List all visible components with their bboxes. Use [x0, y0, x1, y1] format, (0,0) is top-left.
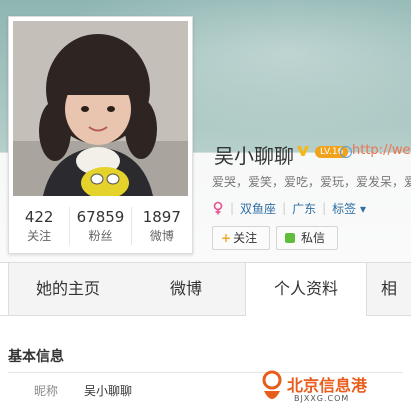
tab-weibo[interactable]: 微博 [127, 263, 246, 315]
tab-profile-info[interactable]: 个人资料 [246, 263, 367, 317]
message-button[interactable]: 私信 [276, 226, 338, 250]
profile-stats: 422 关注 67859 粉丝 1897 微博 [9, 207, 192, 245]
profile-name: 吴小聊聊 [214, 144, 294, 168]
stat-value: 1897 [142, 208, 181, 226]
stat-label: 微博 [149, 229, 174, 243]
meta-divider: | [230, 201, 235, 215]
tab-home[interactable]: 她的主页 [8, 263, 128, 315]
location-link[interactable]: 广东 [292, 200, 316, 217]
message-label: 私信 [301, 231, 326, 245]
chevron-down-icon: ▾ [360, 201, 367, 216]
stat-following[interactable]: 422 关注 [9, 207, 71, 245]
plus-icon: + [221, 231, 232, 245]
zodiac-link[interactable]: 双鱼座 [240, 200, 276, 217]
follow-label: 关注 [233, 231, 258, 245]
stat-value: 422 [24, 208, 54, 226]
stat-posts[interactable]: 1897 微博 [132, 207, 192, 245]
homepage-link[interactable]: http://weibo [352, 143, 411, 158]
watermark-text: 北京信息港 [287, 376, 368, 395]
stat-label: 粉丝 [88, 229, 113, 243]
watermark-sub: BJXXG.COM [294, 394, 350, 403]
follow-button[interactable]: + 关注 [212, 226, 270, 250]
watermark-logo-icon [262, 370, 282, 399]
globe-icon [340, 146, 352, 158]
tab-album[interactable]: 相 [367, 263, 411, 315]
profile-tabs: 她的主页 微博 个人资料 相 [0, 262, 411, 317]
stat-followers[interactable]: 67859 粉丝 [70, 207, 132, 245]
profile-meta: | 双鱼座 | 广东 | 标签 ▾ [212, 200, 366, 216]
site-watermark: 北京信息港 BJXXG.COM [258, 365, 408, 409]
verified-v-icon[interactable] [296, 144, 310, 158]
profile-card: 422 关注 67859 粉丝 1897 微博 [8, 16, 193, 254]
avatar-photo [13, 21, 188, 196]
nickname-value: 吴小聊聊 [84, 384, 133, 398]
female-icon [213, 201, 223, 215]
section-title: 基本信息 [8, 349, 64, 365]
meta-divider: | [282, 201, 287, 215]
profile-intro: 爱哭，爱笑，爱吃，爱玩，爱发呆，爱 [212, 175, 411, 189]
avatar[interactable] [13, 21, 188, 196]
stat-label: 关注 [27, 229, 52, 243]
tags-label: 标签 [332, 201, 357, 216]
meta-divider: | [322, 201, 327, 215]
tags-dropdown[interactable]: 标签 ▾ [332, 200, 366, 217]
stat-value: 67859 [76, 208, 125, 226]
nickname-label: 昵称 [34, 384, 59, 398]
message-icon [285, 233, 295, 243]
